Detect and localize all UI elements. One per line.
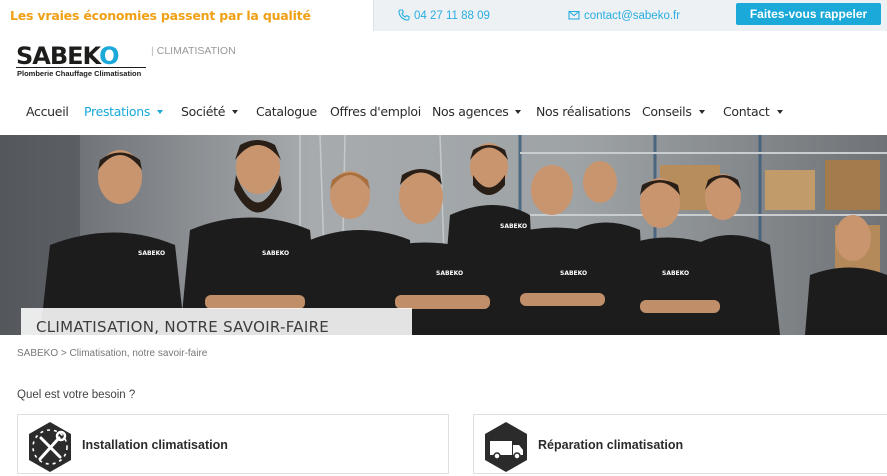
top-bar: Les vraies économies passent par la qual… [0, 0, 887, 31]
svg-text:SABEKO: SABEKO [500, 223, 527, 230]
logo-rule [16, 67, 146, 68]
card-installation-label: Installation climatisation [82, 438, 228, 452]
nav-item-catalogue[interactable]: Catalogue [256, 104, 317, 119]
logo-wordmark: SABEKO [16, 42, 120, 70]
email-link[interactable]: contact@sabeko.fr [568, 9, 680, 22]
needs-question: Quel est votre besoin ? [17, 389, 136, 401]
van-icon [485, 422, 527, 472]
nav-item-contact[interactable]: Contact [723, 104, 783, 119]
hero-banner: SABEKO SABEKO SABEKO SABEKO SABEKO SABEKO CL… [0, 135, 887, 335]
svg-text:SABEKO: SABEKO [436, 270, 463, 277]
envelope-icon [568, 10, 580, 20]
callback-button[interactable]: Faites-vous rappeler [736, 3, 881, 25]
phone-link[interactable]: 04 27 11 88 09 [398, 9, 490, 22]
nav-item-prestations[interactable]: Prestations [84, 104, 164, 119]
card-installation[interactable]: Installation climatisation [17, 414, 449, 474]
main-nav: Accueil Prestations Société Catalogue Of… [0, 100, 887, 122]
caret-down-icon [698, 110, 705, 114]
nav-item-conseils[interactable]: Conseils [642, 104, 705, 119]
caret-down-icon [157, 110, 164, 114]
svg-text:SABEKO: SABEKO [262, 250, 289, 257]
nav-item-societe[interactable]: Société [181, 104, 239, 119]
wrench-screwdriver-icon [29, 422, 71, 472]
logo-subline: Plomberie Chauffage Climatisation [17, 69, 142, 78]
svg-text:SABEKO: SABEKO [560, 270, 587, 277]
svg-text:SABEKO: SABEKO [662, 270, 689, 277]
caret-down-icon [232, 110, 239, 114]
nav-item-nos-agences[interactable]: Nos agences [432, 104, 522, 119]
caret-down-icon [776, 110, 783, 114]
hero-title: CLIMATISATION, NOTRE SAVOIR-FAIRE [36, 318, 330, 335]
caret-down-icon [515, 110, 522, 114]
sabeko-logo[interactable]: SABEKO Plomberie Chauffage Climatisation [16, 42, 151, 82]
nav-item-offres-emploi[interactable]: Offres d'emploi [330, 104, 421, 119]
svg-text:SABEKO: SABEKO [138, 250, 165, 257]
team-photo: SABEKO SABEKO SABEKO SABEKO SABEKO SABEKO [0, 135, 887, 335]
card-reparation-label: Réparation climatisation [538, 438, 684, 452]
phone-icon [398, 9, 410, 21]
phone-number: 04 27 11 88 09 [414, 10, 490, 22]
email-address: contact@sabeko.fr [584, 10, 681, 22]
tagline: Les vraies économies passent par la qual… [10, 8, 311, 23]
section-tag: | CLIMATISATION [151, 45, 236, 57]
nav-item-nos-realisations[interactable]: Nos réalisations [536, 104, 631, 119]
hero-title-box: CLIMATISATION, NOTRE SAVOIR-FAIRE [21, 308, 412, 335]
nav-item-accueil[interactable]: Accueil [26, 104, 69, 119]
card-reparation[interactable]: Réparation climatisation [473, 414, 887, 474]
breadcrumb[interactable]: SABEKO > Climatisation, notre savoir-fai… [17, 348, 207, 359]
